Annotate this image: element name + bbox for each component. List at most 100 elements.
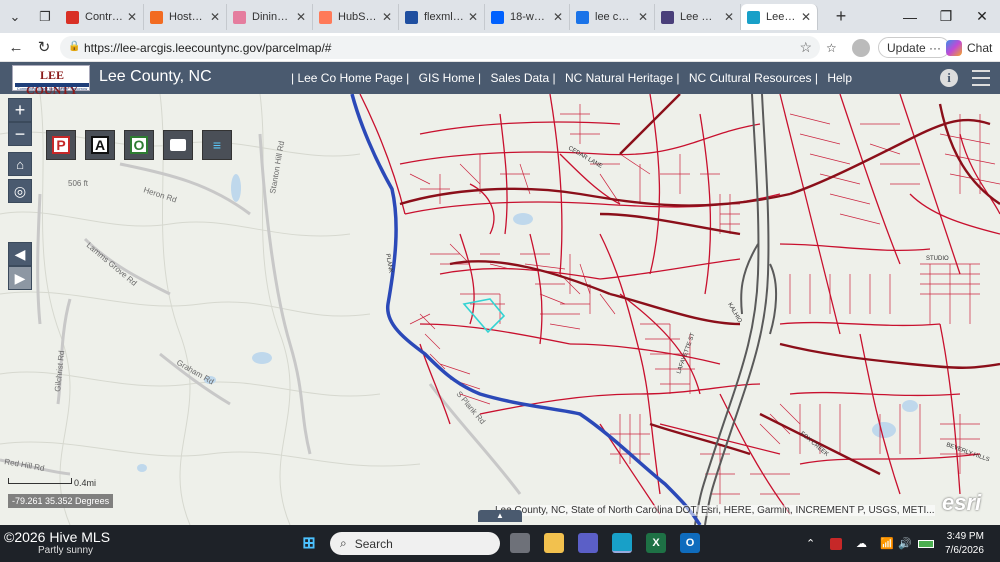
weather-condition: Partly sunny (38, 545, 94, 556)
refresh-button[interactable]: ↻ (30, 33, 58, 61)
locate-button[interactable]: ◎ (8, 179, 32, 203)
coordinate-readout: -79.261 35.352 Degrees (8, 494, 114, 508)
edit-list-icon: ≡ (212, 137, 222, 153)
close-tab-icon[interactable]: ✕ (127, 10, 137, 24)
outlook-icon[interactable]: O (680, 533, 700, 553)
tray-overflow-icon[interactable]: ⌃ (806, 525, 815, 562)
nav-help[interactable]: Help (827, 71, 852, 85)
profile-avatar[interactable] (852, 33, 870, 62)
nav-cultural-resources[interactable]: NC Cultural Resources | (689, 71, 818, 85)
edge-icon (747, 10, 760, 24)
new-tab-button[interactable]: + (828, 6, 854, 27)
nav-gis-home[interactable]: GIS Home | (419, 71, 481, 85)
next-extent-button[interactable]: ▶ (8, 266, 32, 290)
url-text: https://lee-arcgis.leecountync.gov/parce… (84, 40, 332, 55)
collections-icon[interactable]: ☆ (826, 33, 837, 62)
logo-tagline: Connected Today for a Better Tomorrow (16, 86, 88, 91)
nav-natural-heritage[interactable]: NC Natural Heritage | (565, 71, 680, 85)
task-view-icon[interactable] (510, 533, 530, 553)
nav-lee-co-home[interactable]: | Lee Co Home Page | (291, 71, 409, 85)
system-clock[interactable]: 3:49 PM 7/6/2026 (945, 530, 984, 558)
wifi-icon[interactable]: 📶 (880, 525, 894, 562)
favorite-star-icon[interactable]: ☆ (799, 39, 812, 56)
hubspot-icon (319, 10, 332, 24)
address-search-tool[interactable]: A (85, 130, 115, 160)
globe-icon (661, 10, 674, 24)
scale-label: 0.4mi (74, 478, 97, 488)
zoom-out-button[interactable]: − (8, 122, 32, 146)
comment-tool[interactable] (163, 130, 193, 160)
excel-icon[interactable]: X (646, 533, 666, 553)
zoom-in-button[interactable]: + (8, 98, 32, 122)
address-bar-row: ← ↻ 🔒 https://lee-arcgis.leecountync.gov… (0, 33, 1000, 62)
tab-title: flexmls W (424, 11, 464, 23)
browser-tab[interactable]: 18-web-o ✕ (485, 4, 570, 30)
scale-line (8, 478, 72, 484)
parcel-map[interactable]: 506 ft Heron Rd Stanton Hill Rd Lamms Gr… (0, 94, 1000, 525)
teams-icon[interactable] (578, 533, 598, 553)
tab-actions-icon[interactable]: ⌄ (0, 0, 30, 33)
browser-tab[interactable]: lee count ✕ (570, 4, 655, 30)
nav-sales-data[interactable]: Sales Data | (490, 71, 555, 85)
info-icon[interactable]: i (940, 69, 958, 87)
browser-tab[interactable]: HubSpot ✕ (313, 4, 399, 30)
browser-tab[interactable]: Dining an ✕ (227, 4, 313, 30)
owner-search-tool[interactable]: O (124, 130, 154, 160)
weather-widget[interactable]: ©2026 Hive MLS Partly sunny (4, 529, 110, 556)
browser-tab[interactable]: flexmls W ✕ (399, 4, 485, 30)
close-tab-icon[interactable]: ✕ (724, 10, 734, 24)
browser-tab[interactable]: Lee Coun ✕ (655, 4, 741, 30)
owner-search-label: O (130, 136, 148, 154)
file-explorer-icon[interactable] (544, 533, 564, 553)
clock-date: 7/6/2026 (945, 545, 984, 556)
search-icon (576, 10, 589, 24)
map-label-studio: STUDIO (926, 256, 949, 262)
site-info-icon[interactable]: 🔒 (68, 41, 80, 52)
map-attribution: Lee County, NC, State of North Carolina … (495, 505, 935, 516)
parcel-search-tool[interactable]: P (46, 130, 76, 160)
tab-title: 18-web-o (510, 11, 549, 23)
browser-tab[interactable]: Lee Coun ✕ (741, 4, 818, 30)
copilot-icon (946, 39, 962, 56)
back-button[interactable]: ← (2, 33, 30, 61)
battery-icon[interactable] (918, 525, 934, 562)
edge-browser-icon[interactable] (612, 533, 632, 553)
clock-time: 3:49 PM (946, 531, 984, 542)
workspaces-icon[interactable]: ❐ (30, 0, 60, 33)
onedrive-icon[interactable]: ☁ (856, 525, 867, 562)
update-button[interactable]: Update ··· (878, 37, 951, 58)
lee-county-logo[interactable]: LEE COUNTY Connected Today for a Better … (12, 65, 90, 97)
close-tab-icon[interactable]: ✕ (638, 10, 648, 24)
previous-extent-button[interactable]: ◀ (8, 242, 32, 266)
volume-icon[interactable]: 🔊 (898, 525, 912, 562)
close-tab-icon[interactable]: ✕ (553, 10, 563, 24)
taskbar-search[interactable]: ⌕ Search (330, 532, 500, 555)
minimize-button[interactable]: — (892, 0, 928, 33)
tab-title: HubSpot (338, 11, 378, 23)
app-header: LEE COUNTY Connected Today for a Better … (0, 62, 1000, 97)
close-tab-icon[interactable]: ✕ (801, 10, 811, 24)
weather-top-text: ©2026 Hive MLS (4, 529, 111, 545)
close-tab-icon[interactable]: ✕ (382, 10, 392, 24)
restore-button[interactable]: ❐ (928, 0, 964, 33)
browser-tab[interactable]: Contracts ✕ (60, 4, 144, 30)
close-tab-icon[interactable]: ✕ (296, 10, 306, 24)
home-extent-button[interactable]: ⌂ (8, 152, 32, 176)
speech-bubble-icon (170, 139, 186, 151)
close-window-button[interactable]: ✕ (964, 0, 1000, 33)
hamburger-menu-icon[interactable] (972, 70, 990, 86)
search-icon: ⌕ (340, 536, 347, 550)
browser-tab[interactable]: Hostaway ✕ (144, 4, 227, 30)
dining-icon (233, 10, 246, 24)
notification-badge-icon[interactable] (830, 525, 842, 562)
windows-start-icon[interactable]: ⊞ (299, 533, 319, 553)
close-tab-icon[interactable]: ✕ (468, 10, 478, 24)
attribution-toggle[interactable]: ▲ (478, 510, 522, 522)
windows-taskbar: ©2026 Hive MLS Partly sunny ⊞ ⌕ Search X… (0, 525, 1000, 562)
url-field[interactable]: 🔒 https://lee-arcgis.leecountync.gov/par… (60, 36, 820, 59)
tab-title: Hostaway (169, 11, 206, 23)
edit-tool[interactable]: ≡ (202, 130, 232, 160)
close-tab-icon[interactable]: ✕ (210, 10, 220, 24)
tab-title: Contracts (85, 11, 123, 23)
copilot-chat-button[interactable]: Chat (946, 33, 992, 62)
